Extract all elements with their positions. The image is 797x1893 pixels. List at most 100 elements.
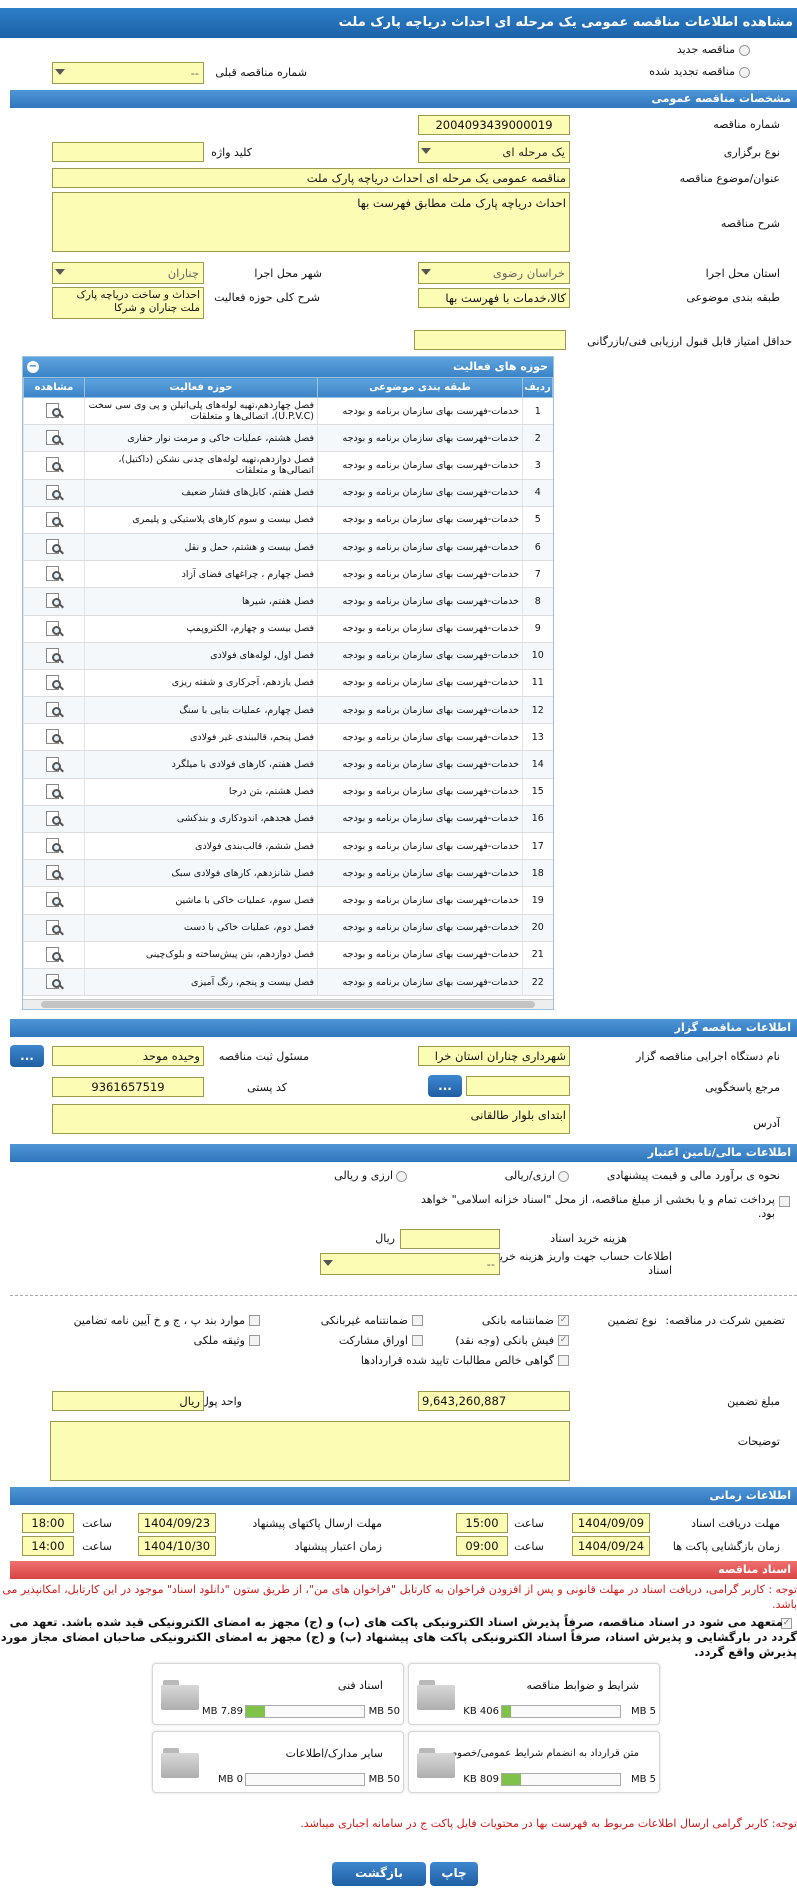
renewed-tender-radio[interactable] <box>739 67 750 78</box>
print-button[interactable]: چاپ <box>430 1862 478 1886</box>
file-card-conditions[interactable]: شرایط و ضوابط مناقصه 406 KB 5 MB <box>408 1663 660 1725</box>
number-field[interactable]: 2004093439000019 <box>418 115 570 135</box>
doc-deadline-date[interactable]: 1404/09/09 <box>572 1513 650 1533</box>
file-card-other[interactable]: سایر مدارک/اطلاعات 0 MB 50 MB <box>152 1731 404 1793</box>
row-view[interactable] <box>23 886 85 915</box>
bank-receipt-checkbox[interactable]: ✓ <box>558 1335 569 1346</box>
view-magnifier-icon[interactable] <box>44 620 64 638</box>
row-view[interactable] <box>23 506 85 534</box>
row-view[interactable] <box>23 941 85 969</box>
city-select[interactable]: چناران <box>52 262 204 284</box>
row-view[interactable] <box>23 424 85 453</box>
registrar-browse-button[interactable]: ... <box>10 1045 44 1067</box>
row-view[interactable] <box>23 533 85 562</box>
back-button[interactable]: بازگشت <box>332 1862 426 1886</box>
organizer-type-select[interactable]: یک مرحله ای <box>418 141 570 163</box>
file-used: 7.89 MB <box>202 1706 243 1717</box>
bonds-checkbox[interactable] <box>412 1335 423 1346</box>
row-view[interactable] <box>23 805 85 834</box>
view-magnifier-icon[interactable] <box>44 919 64 937</box>
registrar-field[interactable]: وحیده موحد <box>52 1046 204 1066</box>
view-magnifier-icon[interactable] <box>44 647 64 665</box>
send-deadline-time[interactable]: 18:00 <box>22 1513 74 1533</box>
view-magnifier-icon[interactable] <box>44 402 64 420</box>
view-magnifier-icon[interactable] <box>44 783 64 801</box>
view-magnifier-icon[interactable] <box>44 674 64 692</box>
view-magnifier-icon[interactable] <box>44 484 64 502</box>
scrollbar-thumb[interactable] <box>41 1001 535 1008</box>
view-magnifier-icon[interactable] <box>44 538 64 556</box>
doc-deadline-label: مهلت دریافت اسناد <box>691 1517 780 1530</box>
open-time[interactable]: 09:00 <box>456 1536 508 1556</box>
postal-field[interactable]: 9361657519 <box>52 1077 204 1097</box>
view-magnifier-icon[interactable] <box>44 565 64 583</box>
doc-deadline-time[interactable]: 15:00 <box>456 1513 508 1533</box>
regulation-items-checkbox[interactable] <box>249 1315 260 1326</box>
new-tender-radio[interactable] <box>739 45 750 56</box>
row-view[interactable] <box>23 778 85 806</box>
treasury-checkbox[interactable] <box>779 1196 790 1207</box>
row-view[interactable] <box>23 750 85 779</box>
open-date[interactable]: 1404/09/24 <box>572 1536 650 1556</box>
row-view[interactable] <box>23 560 85 589</box>
view-magnifier-icon[interactable] <box>44 756 64 774</box>
doc-cost-field[interactable] <box>400 1229 500 1249</box>
view-magnifier-icon[interactable] <box>44 973 64 991</box>
view-magnifier-icon[interactable] <box>44 810 64 828</box>
currency-field[interactable]: ریال <box>52 1391 204 1411</box>
description-field[interactable]: احداث دریاچه پارک ملت مطابق فهرست بها <box>52 192 570 252</box>
row-view[interactable] <box>23 859 85 888</box>
view-magnifier-icon[interactable] <box>44 891 64 909</box>
send-deadline-date[interactable]: 1404/09/23 <box>138 1513 216 1533</box>
activity-desc-field[interactable]: احداث و ساخت دریاچه پارک ملت چناران و شر… <box>52 287 204 319</box>
horizontal-scrollbar[interactable] <box>23 999 553 1009</box>
collapse-icon[interactable]: − <box>27 361 39 373</box>
row-view[interactable] <box>23 479 85 507</box>
province-select[interactable]: خراسان رضوی <box>418 262 570 284</box>
amount-field[interactable]: 9,643,260,887 <box>418 1391 570 1411</box>
view-magnifier-icon[interactable] <box>44 429 64 447</box>
bank-guarantee-checkbox[interactable]: ✓ <box>558 1315 569 1326</box>
row-view[interactable] <box>23 696 85 725</box>
view-magnifier-icon[interactable] <box>44 511 64 529</box>
responder-field[interactable] <box>466 1076 570 1096</box>
row-view[interactable] <box>23 615 85 643</box>
row-view[interactable] <box>23 451 85 480</box>
rial-radio[interactable] <box>558 1171 569 1182</box>
org-field[interactable]: شهرداری چناران استان خرا <box>418 1046 570 1066</box>
category-field[interactable]: کالا،خدمات با فهرست بها <box>418 288 570 308</box>
view-magnifier-icon[interactable] <box>44 456 64 474</box>
responder-browse-button[interactable]: ... <box>428 1075 462 1097</box>
row-view[interactable] <box>23 914 85 942</box>
address-field[interactable]: ابتدای بلوار طالقانی <box>52 1104 570 1134</box>
view-magnifier-icon[interactable] <box>44 701 64 719</box>
account-select[interactable]: -- <box>320 1253 500 1275</box>
claims-certificate-checkbox[interactable] <box>558 1355 569 1366</box>
view-magnifier-icon[interactable] <box>44 592 64 610</box>
nonbank-guarantee-checkbox[interactable] <box>412 1315 423 1326</box>
row-view[interactable] <box>23 397 85 426</box>
row-view[interactable] <box>23 669 85 698</box>
property-collateral-checkbox[interactable] <box>249 1335 260 1346</box>
row-view[interactable] <box>23 968 85 997</box>
description-label: شرح مناقصه <box>720 217 780 230</box>
prev-number-select[interactable]: -- <box>52 62 204 84</box>
view-magnifier-icon[interactable] <box>44 728 64 746</box>
row-category: خدمات-فهرست بهای سازمان برنامه و بودجه <box>317 914 523 942</box>
validity-time[interactable]: 14:00 <box>22 1536 74 1556</box>
file-card-contract[interactable]: متن قرارداد به انضمام شرایط عمومی/خصوصی … <box>408 1731 660 1793</box>
min-score-field[interactable] <box>414 330 566 350</box>
fx-radio[interactable] <box>396 1171 407 1182</box>
file-card-technical[interactable]: اسناد فنی 7.89 MB 50 MB <box>152 1663 404 1725</box>
view-magnifier-icon[interactable] <box>44 946 64 964</box>
keyword-field[interactable] <box>52 142 204 162</box>
row-view[interactable] <box>23 723 85 752</box>
row-view[interactable] <box>23 832 85 861</box>
row-view[interactable] <box>23 587 85 616</box>
view-magnifier-icon[interactable] <box>44 837 64 855</box>
validity-date[interactable]: 1404/10/30 <box>138 1536 216 1556</box>
row-view[interactable] <box>23 642 85 670</box>
notes-field[interactable] <box>50 1421 570 1481</box>
subject-field[interactable]: مناقصه عمومی یک مرحله ای احداث دریاچه پا… <box>52 168 570 188</box>
view-magnifier-icon[interactable] <box>44 864 64 882</box>
